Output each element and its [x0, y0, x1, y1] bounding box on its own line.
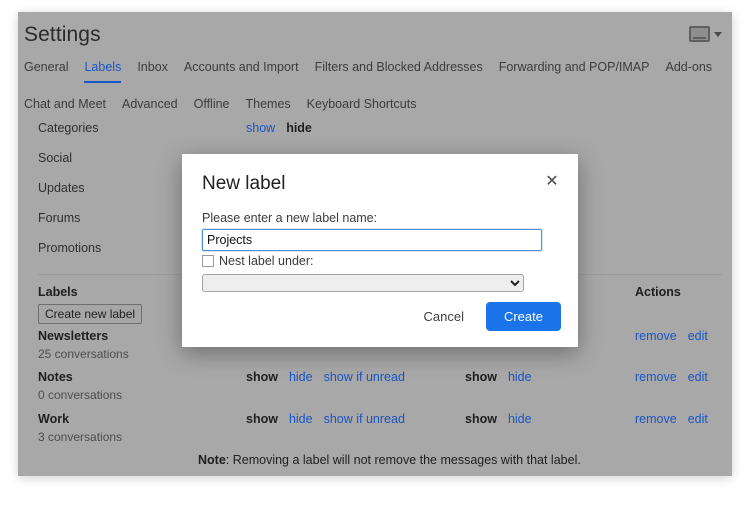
show-link[interactable]: show — [246, 121, 275, 135]
tab-accounts-and-import[interactable]: Accounts and Import — [184, 60, 299, 81]
label-name: Work — [38, 412, 69, 426]
label-message-visibility-actions: show hide — [465, 412, 532, 426]
dialog-title: New label — [202, 173, 285, 195]
label-list-visibility-actions: show hide show if unread — [246, 370, 405, 384]
hide-link[interactable]: hide — [289, 370, 313, 384]
tab-general[interactable]: General — [24, 60, 68, 81]
edit-link[interactable]: edit — [688, 370, 708, 384]
nest-label-checkbox[interactable] — [202, 255, 214, 267]
category-name: Social — [38, 151, 72, 165]
settings-tabs-row-2: Chat and Meet Advanced Offline Themes Ke… — [24, 97, 432, 118]
label-row-actions: remove edit — [635, 329, 708, 343]
removal-note: Note: Removing a label will not remove t… — [198, 453, 581, 467]
keyboard-icon[interactable] — [689, 26, 710, 42]
tab-filters-and-blocked-addresses[interactable]: Filters and Blocked Addresses — [315, 60, 483, 81]
table-row: Categories show hide — [18, 117, 732, 147]
label-name: Newsletters — [38, 329, 108, 343]
remove-link[interactable]: remove — [635, 329, 677, 343]
tab-advanced[interactable]: Advanced — [122, 97, 178, 118]
category-visibility-actions: show hide — [246, 121, 312, 135]
remove-link[interactable]: remove — [635, 370, 677, 384]
screenshot-root: Settings General Labels Inbox Accounts a… — [0, 0, 750, 510]
settings-page: Settings General Labels Inbox Accounts a… — [18, 12, 732, 476]
create-new-label-button[interactable]: Create new label — [38, 304, 142, 324]
tab-keyboard-shortcuts[interactable]: Keyboard Shortcuts — [307, 97, 417, 118]
hide-link[interactable]: hide — [508, 370, 532, 384]
tab-add-ons[interactable]: Add-ons — [665, 60, 712, 81]
settings-tabs-row-1: General Labels Inbox Accounts and Import… — [24, 60, 728, 83]
edit-link[interactable]: edit — [688, 329, 708, 343]
tab-inbox[interactable]: Inbox — [137, 60, 168, 81]
actions-heading: Actions — [635, 285, 681, 299]
page-title: Settings — [24, 23, 101, 47]
category-name: Updates — [38, 181, 85, 195]
note-prefix: Note — [198, 453, 226, 467]
show-current[interactable]: show — [246, 370, 278, 384]
category-name: Promotions — [38, 241, 101, 255]
remove-link[interactable]: remove — [635, 412, 677, 426]
create-button[interactable]: Create — [486, 302, 561, 331]
label-row-actions: remove edit — [635, 370, 708, 384]
new-label-dialog: New label ✕ Please enter a new label nam… — [182, 154, 578, 347]
category-name: Forums — [38, 211, 80, 225]
hide-link[interactable]: hide — [289, 412, 313, 426]
nest-label-row: Nest label under: — [202, 254, 314, 268]
tab-chat-and-meet[interactable]: Chat and Meet — [24, 97, 106, 118]
labels-heading: Labels — [38, 285, 78, 299]
show-if-unread-link[interactable]: show if unread — [324, 370, 405, 384]
label-count: 3 conversations — [38, 430, 122, 444]
note-text: : Removing a label will not remove the m… — [226, 453, 581, 467]
label-list-visibility-actions: show hide show if unread — [246, 412, 405, 426]
close-icon[interactable]: ✕ — [543, 174, 561, 190]
label-name-input[interactable] — [202, 229, 542, 251]
show-current[interactable]: show — [465, 370, 497, 384]
tab-labels[interactable]: Labels — [84, 60, 121, 83]
label-name: Notes — [38, 370, 73, 384]
show-current[interactable]: show — [465, 412, 497, 426]
label-count: 25 conversations — [38, 347, 129, 361]
show-if-unread-link[interactable]: show if unread — [324, 412, 405, 426]
nest-label-text: Nest label under: — [219, 254, 314, 268]
tab-forwarding-and-pop-imap[interactable]: Forwarding and POP/IMAP — [499, 60, 650, 81]
tab-offline[interactable]: Offline — [194, 97, 230, 118]
label-message-visibility-actions: show hide — [465, 370, 532, 384]
tab-themes[interactable]: Themes — [246, 97, 291, 118]
dialog-prompt: Please enter a new label name: — [202, 211, 377, 225]
label-row-actions: remove edit — [635, 412, 708, 426]
hide-link[interactable]: hide — [508, 412, 532, 426]
label-count: 0 conversations — [38, 388, 122, 402]
chevron-down-icon[interactable] — [714, 32, 722, 37]
header-right-controls — [689, 26, 722, 42]
dialog-actions: Cancel Create — [416, 302, 562, 331]
show-current[interactable]: show — [246, 412, 278, 426]
category-name: Categories — [38, 121, 98, 135]
cancel-button[interactable]: Cancel — [416, 303, 472, 330]
nest-parent-select[interactable] — [202, 274, 524, 292]
hide-current[interactable]: hide — [286, 121, 312, 135]
edit-link[interactable]: edit — [688, 412, 708, 426]
